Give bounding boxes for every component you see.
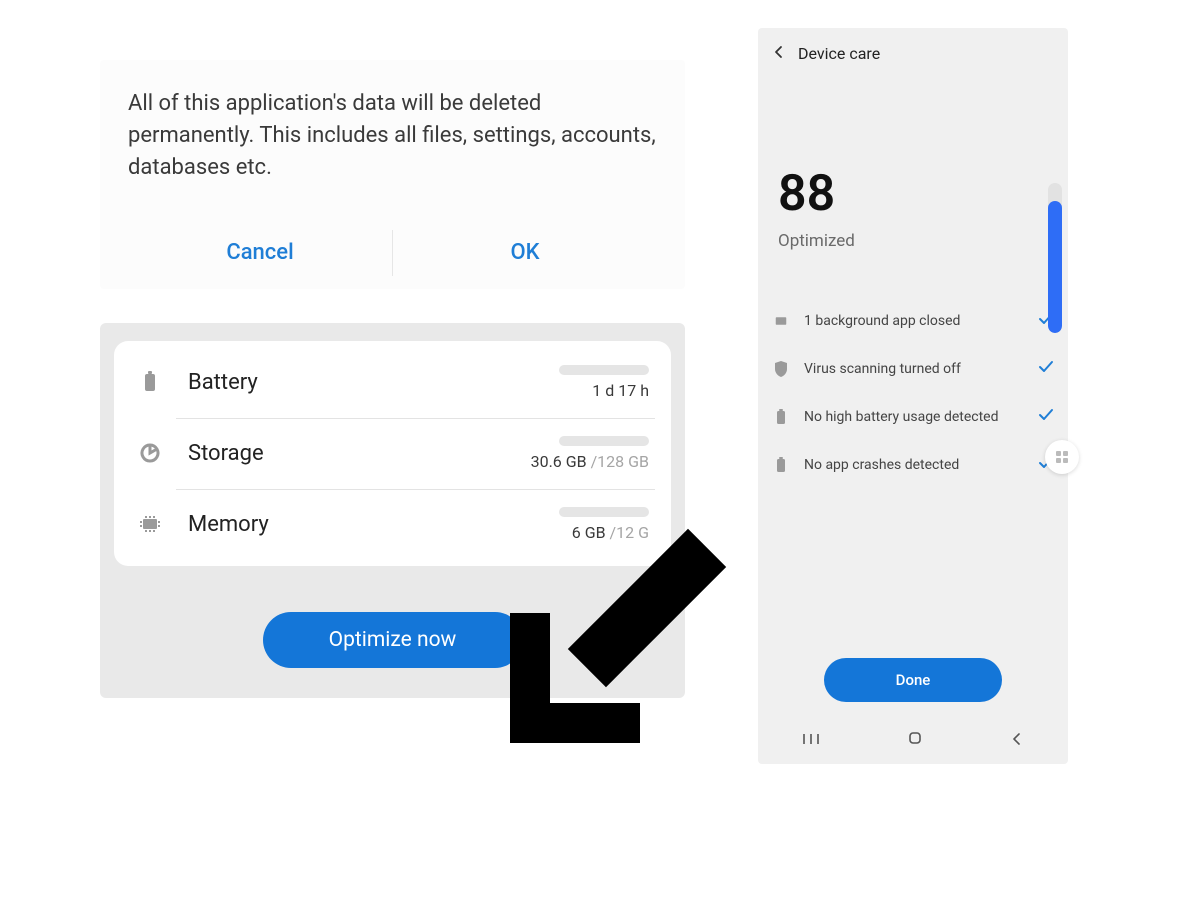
value-muted: /128 GB (591, 452, 649, 471)
list-item: 1 background app closed (772, 297, 1054, 345)
score-area: 88 Optimized (758, 73, 1068, 279)
chevron-left-icon (772, 45, 786, 59)
done-button[interactable]: Done (824, 658, 1002, 702)
score-meter-fill (1048, 201, 1062, 333)
value-main: 1 d 17 h (592, 381, 649, 400)
device-summary-card: Battery 1 d 17 h Storage 30.6 GB /128 GB (114, 341, 671, 566)
chevron-left-icon (1010, 732, 1024, 746)
battery-icon (772, 457, 790, 473)
device-care-header: Device care (758, 28, 1068, 73)
memory-icon (136, 516, 164, 532)
cancel-button[interactable]: Cancel (128, 220, 392, 289)
storage-row[interactable]: Storage 30.6 GB /128 GB (118, 418, 667, 489)
list-item: No app crashes detected (772, 441, 1054, 489)
check-icon (1038, 407, 1054, 427)
list-item: Virus scanning turned off (772, 345, 1054, 393)
battery-value: 1 d 17 h (592, 381, 649, 400)
value-main: 6 GB (572, 523, 610, 542)
value-muted: /12 G (610, 523, 649, 542)
delete-data-dialog: All of this application's data will be d… (100, 60, 685, 289)
row-label: Storage (188, 441, 499, 466)
storage-value: 30.6 GB /128 GB (531, 452, 649, 471)
list-item-text: Virus scanning turned off (804, 361, 1024, 377)
dialog-message: All of this application's data will be d… (128, 88, 657, 184)
check-icon (1038, 359, 1054, 379)
score-status: Optimized (778, 231, 1048, 251)
battery-bar (559, 365, 649, 375)
grid-icon (1054, 449, 1070, 465)
ok-button[interactable]: OK (393, 220, 657, 289)
row-label: Memory (188, 512, 499, 537)
optimize-now-button[interactable]: Optimize now (263, 612, 523, 668)
android-nav-bar (758, 718, 1068, 764)
battery-icon (772, 409, 790, 425)
recents-icon (802, 732, 820, 746)
row-right: 30.6 GB /128 GB (499, 436, 649, 471)
dialog-actions: Cancel OK (128, 220, 657, 289)
list-item-text: No high battery usage detected (804, 409, 1024, 425)
storage-icon (136, 443, 164, 463)
row-right: 1 d 17 h (499, 365, 649, 400)
battery-icon (136, 371, 164, 393)
home-icon (907, 730, 923, 746)
storage-bar (559, 436, 649, 446)
row-label: Battery (188, 370, 499, 395)
list-item-text: 1 background app closed (804, 313, 1024, 329)
floating-toolbox-button[interactable] (1045, 440, 1079, 474)
shield-icon (772, 361, 790, 377)
recents-button[interactable] (802, 731, 820, 750)
home-button[interactable] (907, 730, 923, 750)
memory-value: 6 GB /12 G (572, 523, 649, 542)
score-value: 88 (778, 169, 1048, 219)
value-main: 30.6 GB (531, 452, 591, 471)
page-title: Device care (798, 44, 880, 63)
battery-row[interactable]: Battery 1 d 17 h (118, 347, 667, 418)
back-button[interactable] (772, 44, 786, 63)
device-summary-panel: Battery 1 d 17 h Storage 30.6 GB /128 GB (100, 323, 685, 698)
optimization-list: 1 background app closed Virus scanning t… (758, 279, 1068, 640)
device-care-screen: Device care 88 Optimized 1 background ap… (758, 28, 1068, 764)
nav-back-button[interactable] (1010, 731, 1024, 750)
memory-icon (772, 315, 790, 327)
score-meter (1048, 183, 1062, 333)
memory-bar (559, 507, 649, 517)
row-right: 6 GB /12 G (499, 507, 649, 542)
list-item-text: No app crashes detected (804, 457, 1024, 473)
memory-row[interactable]: Memory 6 GB /12 G (118, 489, 667, 560)
list-item: No high battery usage detected (772, 393, 1054, 441)
